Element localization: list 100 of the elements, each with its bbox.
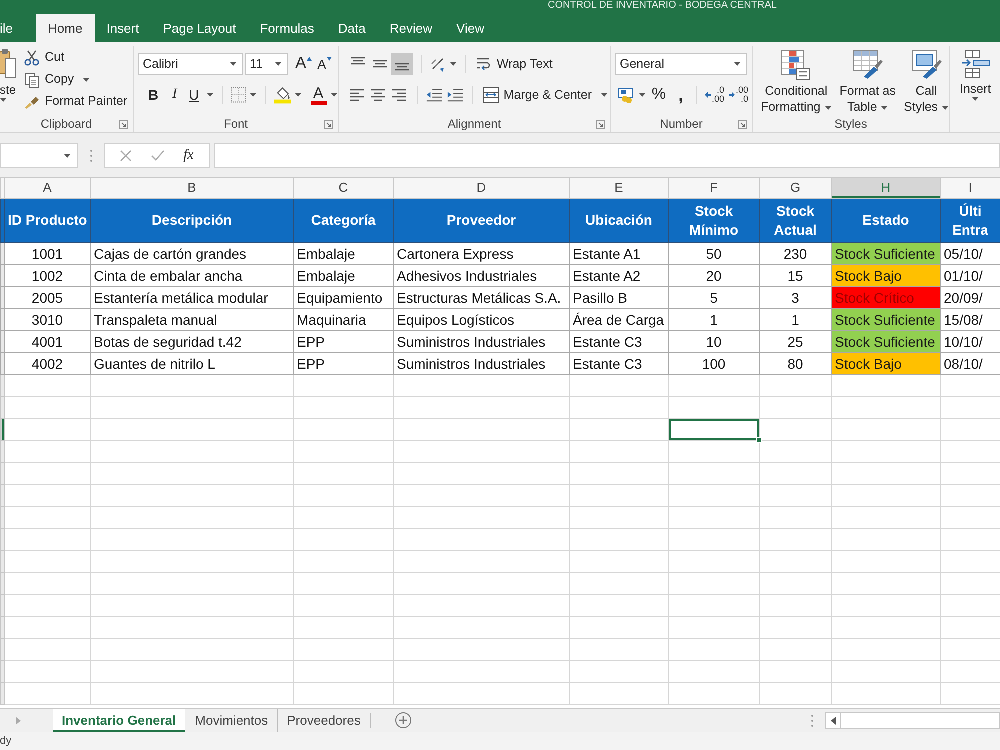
active-cell[interactable]	[668, 418, 760, 440]
table-cell: 2005	[4, 286, 90, 308]
sheet-tab[interactable]: Movimientos	[185, 709, 278, 732]
color-bar-icon	[310, 100, 327, 104]
format-painter-button[interactable]: Format Painter	[22, 91, 130, 112]
column-header[interactable]: F	[668, 178, 760, 198]
table-cell: Estante C3	[570, 330, 668, 352]
insert-cells-button[interactable]: Insert	[958, 46, 994, 101]
row-header[interactable]	[0, 242, 4, 264]
table-cell: Equipos Logísticos	[394, 308, 570, 330]
scroll-right-icon[interactable]	[16, 716, 21, 724]
check-icon[interactable]	[150, 150, 165, 162]
scroll-left-icon[interactable]	[830, 716, 836, 724]
caret-icon[interactable]	[450, 62, 457, 66]
number-format-dropdown[interactable]: General	[615, 53, 747, 75]
status-cell: Stock Crítico	[832, 286, 940, 308]
table-cell: 1	[668, 308, 760, 330]
horizontal-scrollbar[interactable]	[825, 712, 1000, 729]
column-header[interactable]: G	[760, 178, 832, 198]
table-cell: Maquinaria	[294, 308, 394, 330]
status-cell: Stock Suficiente	[832, 242, 940, 264]
table-cell: 5	[668, 286, 760, 308]
caret-down-icon	[327, 57, 332, 61]
cut-button[interactable]: Cut	[22, 47, 130, 68]
table-cell: Estantería metálica modular	[90, 286, 294, 308]
wrap-text-icon	[476, 56, 492, 72]
ribbon-tab[interactable]: ile	[0, 14, 26, 42]
table-cell: Estante A1	[570, 242, 668, 264]
wrap-text-button[interactable]: Wrap Text	[474, 53, 555, 75]
font-size-dropdown[interactable]: 11	[245, 53, 288, 75]
column-heading: Stock Actual	[760, 198, 832, 242]
table-cell: 3010	[4, 308, 90, 330]
cell-styles-icon	[910, 49, 943, 81]
merge-center-button[interactable]: Marge & Center	[480, 84, 610, 106]
caret-icon	[83, 78, 90, 82]
column-header[interactable]: D	[394, 178, 570, 198]
grow-font-button[interactable]: A	[294, 53, 314, 75]
status-text: dy	[0, 735, 12, 747]
borders-icon[interactable]	[230, 87, 246, 103]
accounting-icon[interactable]	[617, 86, 635, 104]
shrink-font-button[interactable]: A	[316, 53, 334, 75]
dialog-launcher-icon[interactable]	[596, 120, 605, 128]
font-name-dropdown[interactable]: Calibri	[138, 53, 243, 75]
dialog-launcher-icon[interactable]	[738, 120, 747, 128]
column-heading: Stock Mínimo	[668, 198, 760, 242]
comma-style-button[interactable]: ,	[674, 84, 688, 106]
conditional-formatting-icon	[780, 49, 812, 81]
column-header[interactable]: I	[940, 178, 1000, 198]
align-middle-icon	[372, 60, 388, 68]
cell-styles-button[interactable]: Call Styles	[902, 46, 952, 115]
column-header[interactable]: A	[4, 178, 90, 198]
decrease-indent-icon[interactable]	[426, 87, 443, 103]
ribbon-tab[interactable]: Page Layout	[151, 14, 248, 42]
add-sheet-icon[interactable]	[394, 712, 412, 729]
column-header[interactable]: B	[90, 178, 294, 198]
ribbon-tab[interactable]: View	[444, 14, 496, 42]
insert-function-button[interactable]: fx	[184, 145, 194, 166]
ribbon-tab[interactable]: Review	[378, 14, 445, 42]
conditional-formatting-button[interactable]: Conditional Formatting	[759, 46, 834, 115]
bold-button[interactable]: B	[143, 84, 164, 106]
column-header[interactable]: C	[294, 178, 394, 198]
sheet-corner[interactable]	[0, 178, 4, 198]
table-cell: Adhesivos Industriales	[394, 264, 570, 286]
column-header[interactable]: E	[570, 178, 668, 198]
name-box[interactable]	[0, 143, 78, 168]
ribbon-tab[interactable]: Insert	[94, 14, 152, 42]
percent-button[interactable]: %	[650, 84, 668, 106]
sheet-tab[interactable]: Inventario General	[53, 709, 186, 732]
italic-button[interactable]: I	[164, 84, 186, 106]
ribbon-tab[interactable]: Data	[326, 14, 378, 42]
orientation-icon[interactable]	[430, 56, 446, 72]
caret-icon[interactable]	[639, 93, 646, 97]
font-color-button[interactable]: A	[310, 86, 328, 104]
column-header[interactable]: H	[832, 178, 940, 198]
brush-icon	[24, 94, 40, 108]
ribbon-tab[interactable]: Formulas	[248, 14, 326, 42]
increase-decimal-button[interactable]: .0 .00	[705, 86, 725, 104]
dialog-launcher-icon[interactable]	[119, 120, 128, 128]
caret-icon[interactable]	[331, 93, 338, 97]
decrease-decimal-button[interactable]: .00 .0	[729, 86, 749, 104]
caret-icon[interactable]	[250, 93, 257, 97]
align-right-icon	[390, 88, 407, 102]
paste-button[interactable]: ste	[0, 46, 20, 115]
fill-color-icon[interactable]	[274, 86, 292, 104]
ribbon-tab[interactable]: Home	[36, 14, 95, 42]
align-bottom-icon	[394, 63, 410, 71]
split-handle-icon[interactable]	[811, 714, 814, 728]
format-as-table-button[interactable]: Format as Table	[838, 46, 898, 115]
caret-icon[interactable]	[295, 93, 302, 97]
copy-button[interactable]: Copy	[22, 69, 130, 90]
fill-handle[interactable]	[756, 437, 762, 443]
increase-indent-icon[interactable]	[446, 87, 464, 103]
formula-input[interactable]	[214, 143, 1000, 168]
caret-icon[interactable]	[206, 93, 214, 97]
status-cell: Stock Bajo	[832, 352, 940, 374]
dialog-launcher-icon[interactable]	[324, 120, 333, 128]
underline-button[interactable]: U	[185, 84, 203, 106]
drag-handle-icon[interactable]	[90, 148, 93, 162]
cancel-icon[interactable]	[120, 150, 132, 162]
align-bottom-button[interactable]	[391, 53, 413, 75]
